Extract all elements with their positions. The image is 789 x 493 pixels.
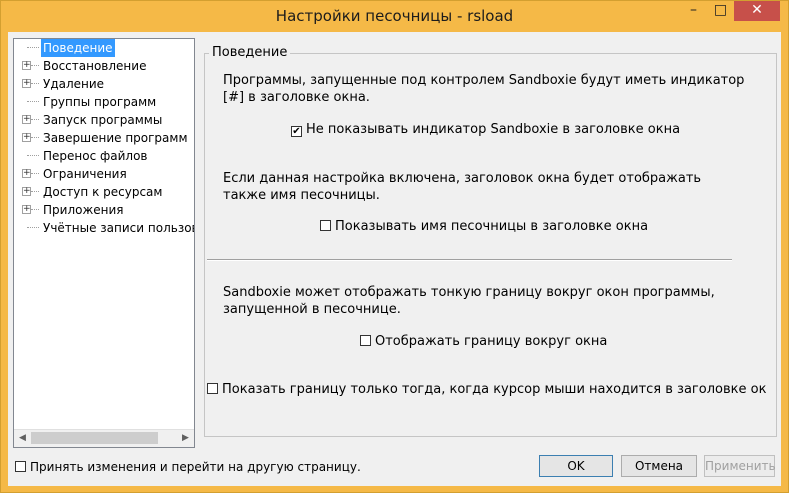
tree-item-label: Приложения xyxy=(43,203,124,217)
tree-item-label: Доступ к ресурсам xyxy=(43,185,163,199)
scroll-thumb[interactable] xyxy=(31,432,158,444)
tree-item-label: Завершение программ xyxy=(43,131,188,145)
tree-item-label: Ограничения xyxy=(43,167,127,181)
tree-line xyxy=(31,65,39,66)
checkbox-label: Показывать имя песочницы в заголовке окн… xyxy=(335,219,649,234)
maximize-button[interactable]: □ xyxy=(707,1,734,21)
group-title: Поведение xyxy=(209,45,291,60)
show-sandbox-name-checkbox[interactable]: Показывать имя песочницы в заголовке окн… xyxy=(320,219,648,234)
apply-and-next-checkbox[interactable]: Принять изменения и перейти на другую ст… xyxy=(15,460,361,475)
tree-line xyxy=(31,173,39,174)
tree-item-delete[interactable]: + Удаление xyxy=(14,75,194,93)
checkbox-unchecked-icon[interactable] xyxy=(207,383,218,394)
tree-item-program-stop[interactable]: + Завершение программ xyxy=(14,129,194,147)
expand-icon[interactable]: + xyxy=(22,133,31,142)
tree-line xyxy=(27,101,39,102)
border-on-hover-checkbox[interactable]: Показать границу только тогда, когда кур… xyxy=(207,382,766,397)
expand-icon[interactable]: + xyxy=(22,115,31,124)
window-title: Настройки песочницы - rsload xyxy=(275,7,514,25)
tree-item-label: Восстановление xyxy=(43,59,147,73)
checkbox-unchecked-icon[interactable] xyxy=(15,461,26,472)
tree-line xyxy=(31,119,39,120)
tree-item-resource-access[interactable]: + Доступ к ресурсам xyxy=(14,183,194,201)
behavior-group xyxy=(204,53,777,437)
scroll-right-icon[interactable]: ▶ xyxy=(177,430,194,447)
tree-line xyxy=(31,191,39,192)
tree-item-program-groups[interactable]: Группы программ xyxy=(14,93,194,111)
tree-line xyxy=(27,227,39,228)
checkbox-unchecked-icon[interactable] xyxy=(320,220,331,231)
checkbox-unchecked-icon[interactable] xyxy=(360,335,371,346)
hide-indicator-checkbox[interactable]: ✔ Не показывать индикатор Sandboxie в заг… xyxy=(291,122,680,137)
separator xyxy=(207,259,732,261)
tree-item-label: Запуск программы xyxy=(43,113,163,127)
tree-line xyxy=(31,209,39,210)
border-description: Sandboxie может отображать тонкую границ… xyxy=(223,285,715,317)
tree-line xyxy=(27,47,39,48)
expand-icon[interactable]: + xyxy=(22,205,31,214)
tree-line xyxy=(31,83,39,84)
tree-item-label: Удаление xyxy=(43,77,105,91)
tree-item-user-accounts[interactable]: Учётные записи пользоват xyxy=(14,219,194,237)
checkbox-label: Отображать границу вокруг окна xyxy=(375,334,608,349)
expand-icon[interactable]: + xyxy=(22,169,31,178)
checkbox-label: Не показывать индикатор Sandboxie в заго… xyxy=(306,122,681,137)
tree-item-label: Перенос файлов xyxy=(43,149,148,163)
dialog-client: Поведение + Восстановление + Удаление Гр… xyxy=(8,32,781,486)
apply-button[interactable]: Применить xyxy=(704,455,776,477)
show-border-checkbox[interactable]: Отображать границу вокруг окна xyxy=(360,334,607,349)
title-bar[interactable]: Настройки песочницы - rsload – □ ✕ xyxy=(1,1,788,32)
close-button[interactable]: ✕ xyxy=(734,1,780,21)
scroll-left-icon[interactable]: ◀ xyxy=(14,430,31,447)
tree-horizontal-scrollbar[interactable]: ◀ ▶ xyxy=(14,429,194,447)
tree-item-restrictions[interactable]: + Ограничения xyxy=(14,165,194,183)
tree-item-behavior[interactable]: Поведение xyxy=(14,39,194,57)
dialog-window: Настройки песочницы - rsload – □ ✕ Повед… xyxy=(0,0,789,493)
cancel-button[interactable]: Отмена xyxy=(621,455,697,477)
tree-item-applications[interactable]: + Приложения xyxy=(14,201,194,219)
checkbox-checked-icon[interactable]: ✔ xyxy=(291,126,302,137)
tree-item-file-migration[interactable]: Перенос файлов xyxy=(14,147,194,165)
settings-tree[interactable]: Поведение + Восстановление + Удаление Гр… xyxy=(13,38,195,448)
expand-icon[interactable]: + xyxy=(22,187,31,196)
ok-button[interactable]: OK xyxy=(539,455,613,477)
tree-item-recovery[interactable]: + Восстановление xyxy=(14,57,194,75)
tree-line xyxy=(31,137,39,138)
tree-item-label: Поведение xyxy=(41,39,115,57)
checkbox-label: Принять изменения и перейти на другую ст… xyxy=(30,460,361,474)
sandbox-name-description: Если данная настройка включена, заголово… xyxy=(223,171,702,203)
expand-icon[interactable]: + xyxy=(22,61,31,70)
tree-item-program-start[interactable]: + Запуск программы xyxy=(14,111,194,129)
tree-line xyxy=(27,155,39,156)
expand-icon[interactable]: + xyxy=(22,79,31,88)
indicator-description: Программы, запущенные под контролем Sand… xyxy=(223,73,745,105)
checkbox-label: Показать границу только тогда, когда кур… xyxy=(222,382,767,397)
minimize-button[interactable]: – xyxy=(680,1,707,21)
tree-item-label: Учётные записи пользоват xyxy=(43,221,194,235)
tree-item-label: Группы программ xyxy=(43,95,157,109)
